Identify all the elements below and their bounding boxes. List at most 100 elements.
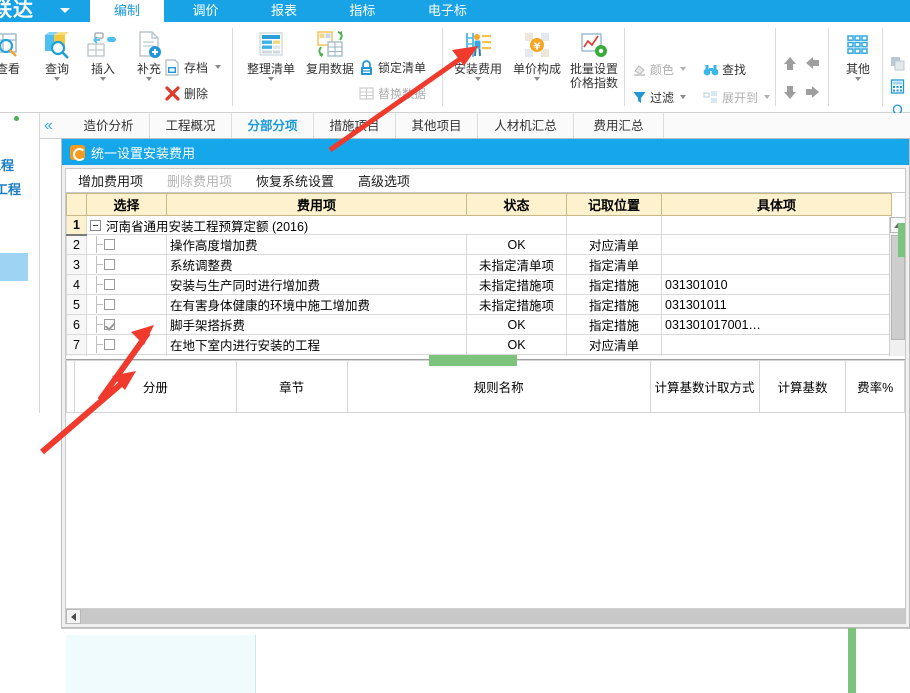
select-cell[interactable] bbox=[86, 274, 167, 295]
ribbon-button-zhankaidao[interactable]: 展开到 bbox=[703, 86, 771, 108]
detail-cell[interactable]: 031301011 bbox=[661, 294, 892, 315]
chevron-down-icon[interactable] bbox=[534, 77, 540, 81]
table-row[interactable]: 2 操作高度增加费 OK 对应清单 bbox=[66, 234, 892, 255]
chevron-down-icon[interactable] bbox=[855, 77, 861, 81]
ribbon-button-shanchu[interactable]: 删除 bbox=[164, 82, 208, 104]
select-cell[interactable] bbox=[86, 294, 167, 315]
ribbon-button-chaxun[interactable]: 查询 bbox=[33, 28, 81, 81]
ribbon-button-fuyongshuju[interactable]: 复用数据 bbox=[301, 28, 359, 76]
position-cell[interactable]: 对应清单 bbox=[566, 234, 662, 255]
fee-item-checkbox[interactable] bbox=[104, 259, 115, 270]
ribbon-button-tihuanshuju[interactable]: 替换数据 bbox=[358, 82, 426, 104]
table-row[interactable]: 7 在地下室内进行安装的工程 OK 对应清单 bbox=[66, 334, 892, 355]
column-header-zhuangtai[interactable]: 状态 bbox=[466, 193, 567, 216]
doc-tab-zaojiafenxi[interactable]: 造价分析 bbox=[68, 113, 150, 139]
nav-arrow-down[interactable] bbox=[782, 84, 798, 106]
select-cell[interactable] bbox=[86, 334, 167, 355]
select-cell[interactable] bbox=[86, 354, 167, 356]
detail-cell[interactable] bbox=[661, 234, 892, 255]
ribbon-button-chazhao[interactable]: 查找 bbox=[703, 58, 746, 80]
detail-cell[interactable] bbox=[661, 254, 892, 275]
title-tab-dianzibiao[interactable]: 电子标 bbox=[404, 0, 491, 22]
column-header-fence[interactable]: 分册 bbox=[74, 360, 237, 413]
chevron-down-icon[interactable] bbox=[475, 77, 481, 81]
detail-cell[interactable] bbox=[661, 334, 892, 355]
restore-system-settings-button[interactable]: 恢复系统设置 bbox=[244, 171, 346, 190]
chevron-down-icon[interactable] bbox=[215, 65, 222, 69]
fee-item-checkbox[interactable] bbox=[104, 319, 115, 330]
title-tab-baobiao[interactable]: 报表 bbox=[247, 0, 321, 22]
title-tab-tiaojia[interactable]: 调价 bbox=[168, 0, 242, 22]
detail-cell[interactable]: 031301017001… bbox=[661, 314, 892, 335]
title-tab-bianzhi[interactable]: 编制 bbox=[90, 0, 165, 22]
column-header-zhangjie[interactable]: 章节 bbox=[235, 360, 348, 413]
splitter-handle-top[interactable] bbox=[429, 355, 517, 366]
fee-item-checkbox[interactable] bbox=[104, 339, 115, 350]
project-sidebar[interactable]: 工程 号工程 bbox=[0, 113, 40, 413]
detail-cell[interactable]: 031301010 bbox=[661, 274, 892, 295]
double-chevron-left-icon[interactable]: « bbox=[44, 118, 53, 134]
position-cell[interactable]: 指定措施 bbox=[566, 314, 662, 335]
ribbon-button-suodingqingdan[interactable]: 锁定清单 bbox=[358, 56, 426, 78]
chevron-down-icon[interactable] bbox=[146, 77, 152, 81]
fee-item-group-cell[interactable]: 河南省通用安装工程预算定额 (2016) bbox=[86, 215, 567, 235]
column-header-feiyongxiang[interactable]: 费用项 bbox=[166, 193, 467, 216]
ribbon-button-danjiagoucheng[interactable]: ¥ 单价构成 bbox=[508, 28, 566, 81]
doc-tab-fenbufenxiang[interactable]: 分部分项 bbox=[232, 113, 314, 139]
splitter-handle-right[interactable] bbox=[898, 223, 905, 257]
select-cell[interactable] bbox=[86, 314, 167, 335]
table-row[interactable]: 1 河南省通用安装工程预算定额 (2016) bbox=[66, 215, 892, 236]
nav-arrow-left[interactable] bbox=[804, 55, 821, 76]
column-header-jiquweizhi[interactable]: 记取位置 bbox=[566, 193, 662, 216]
doc-tab-rencaijihuizong[interactable]: 人材机汇总 bbox=[478, 113, 574, 139]
ribbon-button-cundang[interactable]: 存档 bbox=[164, 56, 222, 78]
ribbon-button-anzhuangfeiyong[interactable]: 安装费用 bbox=[449, 28, 507, 81]
chevron-down-icon[interactable] bbox=[680, 67, 687, 71]
ribbon-button-qita[interactable]: 其他 bbox=[836, 28, 880, 81]
column-header-xuanze[interactable]: 选择 bbox=[86, 193, 167, 216]
select-cell[interactable] bbox=[86, 254, 167, 275]
position-cell[interactable]: 指定措施 bbox=[566, 274, 662, 295]
column-header-guizemingcheng[interactable]: 规则名称 bbox=[346, 360, 651, 413]
fee-item-checkbox[interactable] bbox=[104, 299, 115, 310]
doc-tab-qitaxiangmu[interactable]: 其他项目 bbox=[396, 113, 478, 139]
brand-caret-icon[interactable] bbox=[60, 8, 70, 13]
scroll-left-icon[interactable] bbox=[66, 609, 81, 624]
chevron-down-icon[interactable] bbox=[764, 95, 771, 99]
horizontal-scrollbar[interactable] bbox=[66, 608, 905, 624]
advanced-options-button[interactable]: 高级选项 bbox=[346, 171, 422, 190]
add-fee-item-button[interactable]: 增加费用项 bbox=[66, 171, 155, 190]
chevron-down-icon[interactable] bbox=[100, 77, 106, 81]
rule-detail-grid[interactable]: 分册 章节 规则名称 计算基数计取方式 计算基数 费率% bbox=[65, 355, 905, 624]
position-cell[interactable]: 指定措施 bbox=[566, 354, 662, 356]
detail-cell[interactable]: 031302007001… bbox=[661, 354, 892, 356]
ribbon-button-yanse[interactable]: 颜色 bbox=[632, 58, 687, 80]
splitter-handle-bottom-right[interactable] bbox=[848, 628, 856, 693]
position-cell[interactable]: 对应清单 bbox=[566, 334, 662, 355]
nav-arrow-right[interactable] bbox=[804, 84, 821, 105]
collapse-expander-icon[interactable] bbox=[90, 219, 101, 231]
doc-tab-cuoshixiangmu[interactable]: 措施项目 bbox=[314, 113, 396, 139]
doc-tab-feiyonghuizong[interactable]: 费用汇总 bbox=[574, 113, 664, 139]
chevron-down-icon[interactable] bbox=[54, 77, 60, 81]
column-header-jutixiang[interactable]: 具体项 bbox=[661, 193, 892, 216]
fee-items-grid[interactable]: 选择 费用项 状态 记取位置 具体项 1 河南省通用安装工程预算定额 (2016… bbox=[66, 193, 905, 356]
ribbon-button-guolv[interactable]: 过滤 bbox=[632, 86, 687, 108]
ribbon-button-chakan[interactable]: 查看 bbox=[0, 28, 32, 76]
column-header-jisuanjishu[interactable]: 计算基数 bbox=[758, 360, 847, 413]
position-cell[interactable]: 指定清单 bbox=[566, 254, 662, 275]
fee-item-checkbox[interactable] bbox=[104, 279, 115, 290]
fee-item-checkbox[interactable] bbox=[104, 239, 115, 250]
ribbon-button-piliangshezhi[interactable]: 批量设置 价格指数 bbox=[563, 28, 625, 90]
doc-tab-gongchenggaikuang[interactable]: 工程概况 bbox=[150, 113, 232, 139]
ribbon-button-zhengliqingdan[interactable]: 整理清单 bbox=[242, 28, 300, 81]
ribbon-button-layers[interactable] bbox=[890, 52, 908, 74]
select-cell[interactable] bbox=[86, 234, 167, 255]
table-row[interactable]: 6 脚手架搭拆费 OK 指定措施 031301017001… bbox=[66, 314, 892, 335]
ribbon-button-calculator[interactable] bbox=[890, 75, 908, 97]
chevron-down-icon[interactable] bbox=[680, 95, 687, 99]
nav-arrow-up[interactable] bbox=[782, 55, 798, 77]
column-header-jisuanjishujiqufangshi[interactable]: 计算基数计取方式 bbox=[649, 360, 760, 413]
column-header-feilv[interactable]: 费率% bbox=[845, 360, 905, 413]
sidebar-selected-node[interactable] bbox=[0, 253, 28, 281]
